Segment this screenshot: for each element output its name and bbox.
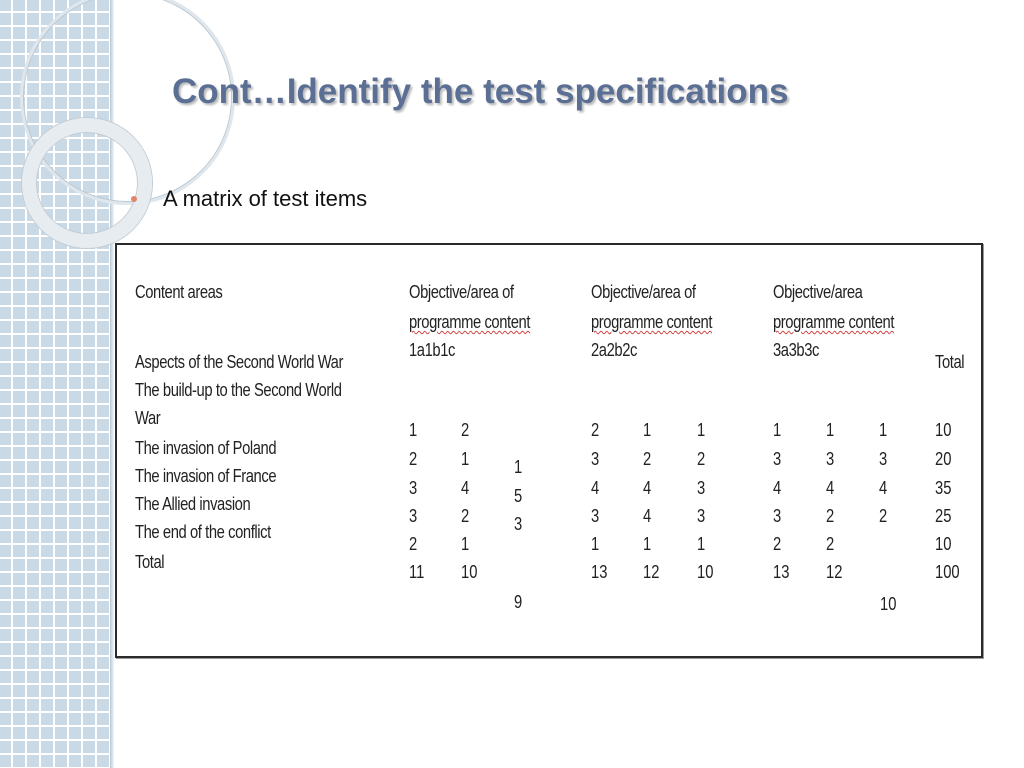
matrix-cell: 2 [409, 449, 418, 469]
matrix-cell: 1 [591, 534, 600, 554]
header-content-areas: Content areas [135, 282, 223, 302]
content-row-label: The invasion of Poland [135, 438, 277, 458]
test-matrix-table: Content areas Objective/area of programm… [115, 243, 983, 658]
matrix-cell: 4 [879, 478, 888, 498]
content-row-label: The build-up to the Second World [135, 380, 342, 400]
objective-3-line1: Objective/area [773, 282, 863, 302]
content-row-label-text: The end of the conflict [135, 522, 271, 542]
decorative-ring-small [22, 118, 152, 248]
matrix-cell: 2 [879, 506, 888, 526]
matrix-cell: 3 [773, 506, 782, 526]
matrix-cell: 2 [643, 449, 652, 469]
matrix-cell: 4 [643, 506, 652, 526]
bullet-text: A matrix of test items [163, 186, 368, 211]
matrix-cell: 3 [409, 506, 418, 526]
matrix-cell: 13 [773, 562, 790, 582]
objective-1-line2: programme content [409, 312, 531, 332]
matrix-cell: 13 [591, 562, 608, 582]
matrix-cell: 4 [826, 478, 835, 498]
matrix-cell: 5 [514, 486, 523, 506]
objective-2-line1: Objective/area of [591, 282, 696, 302]
matrix-cell: 1 [879, 420, 888, 440]
matrix-cell: 1 [643, 420, 652, 440]
matrix-cell: 1 [461, 534, 470, 554]
extra-total-obj1c: 9 [514, 592, 523, 612]
matrix-cell: 4 [461, 478, 470, 498]
matrix-cell: 1 [697, 534, 706, 554]
objective-1-code: 1a1b1c [409, 340, 455, 360]
extra-total-obj3c: 10 [880, 594, 897, 614]
matrix-cell: 10 [461, 562, 478, 582]
matrix-cell: 4 [643, 478, 652, 498]
content-row-label: The invasion of France [135, 466, 277, 486]
matrix-cell: 1 [409, 420, 418, 440]
matrix-cell: 10 [935, 534, 952, 554]
objective-2-line2: programme content [591, 312, 713, 332]
matrix-cell: 3 [773, 449, 782, 469]
matrix-cell: 10 [697, 562, 714, 582]
matrix-cell: 20 [935, 449, 952, 469]
matrix-cell: 3 [591, 506, 600, 526]
objective-3-line2: programme content [773, 312, 895, 332]
bullet-dot-icon [131, 196, 137, 202]
content-row-label: The end of the conflict [135, 521, 271, 543]
matrix-cell: 12 [643, 562, 660, 582]
matrix-cell: 1 [773, 420, 782, 440]
matrix-cell: 1 [461, 449, 470, 469]
matrix-cell: 2 [826, 534, 835, 554]
matrix-cell: 2 [591, 420, 600, 440]
matrix-cell: 11 [409, 562, 425, 582]
matrix-cell: 1 [826, 420, 835, 440]
matrix-cell: 12 [826, 562, 843, 582]
matrix-cell: 3 [879, 449, 888, 469]
content-row-label: The Allied invasion [135, 494, 251, 514]
header-total: Total [935, 352, 965, 372]
matrix-cell: 2 [697, 449, 706, 469]
matrix-cell: 2 [409, 534, 418, 554]
objective-3-code: 3a3b3c [773, 340, 819, 360]
matrix-cell: 2 [773, 534, 782, 554]
objective-1-line1: Objective/area of [409, 282, 514, 302]
matrix-cell: 1 [643, 534, 652, 554]
matrix-cell: 1 [514, 457, 523, 477]
content-row-label: War [135, 408, 161, 428]
matrix-cell: 4 [773, 478, 782, 498]
objective-2-code: 2a2b2c [591, 340, 637, 360]
matrix-cell: 2 [826, 506, 835, 526]
content-row-label: Aspects of the Second World War [135, 352, 343, 372]
matrix-cell: 100 [935, 562, 960, 582]
matrix-cell: 3 [697, 506, 706, 526]
content-row-label: Total [135, 552, 165, 572]
matrix-cell: 4 [591, 478, 600, 498]
matrix-cell: 1 [697, 420, 706, 440]
matrix-cell: 2 [461, 506, 470, 526]
slide-title: Cont…Identify the test specifications [172, 72, 789, 111]
matrix-cell: 3 [514, 514, 523, 534]
matrix-cell: 25 [935, 506, 952, 526]
matrix-cell: 3 [409, 478, 418, 498]
matrix-cell: 3 [591, 449, 600, 469]
matrix-cell: 10 [935, 420, 952, 440]
matrix-cell: 3 [697, 478, 706, 498]
matrix-cell: 35 [935, 478, 952, 498]
matrix-cell: 2 [461, 420, 470, 440]
matrix-cell: 3 [826, 449, 835, 469]
